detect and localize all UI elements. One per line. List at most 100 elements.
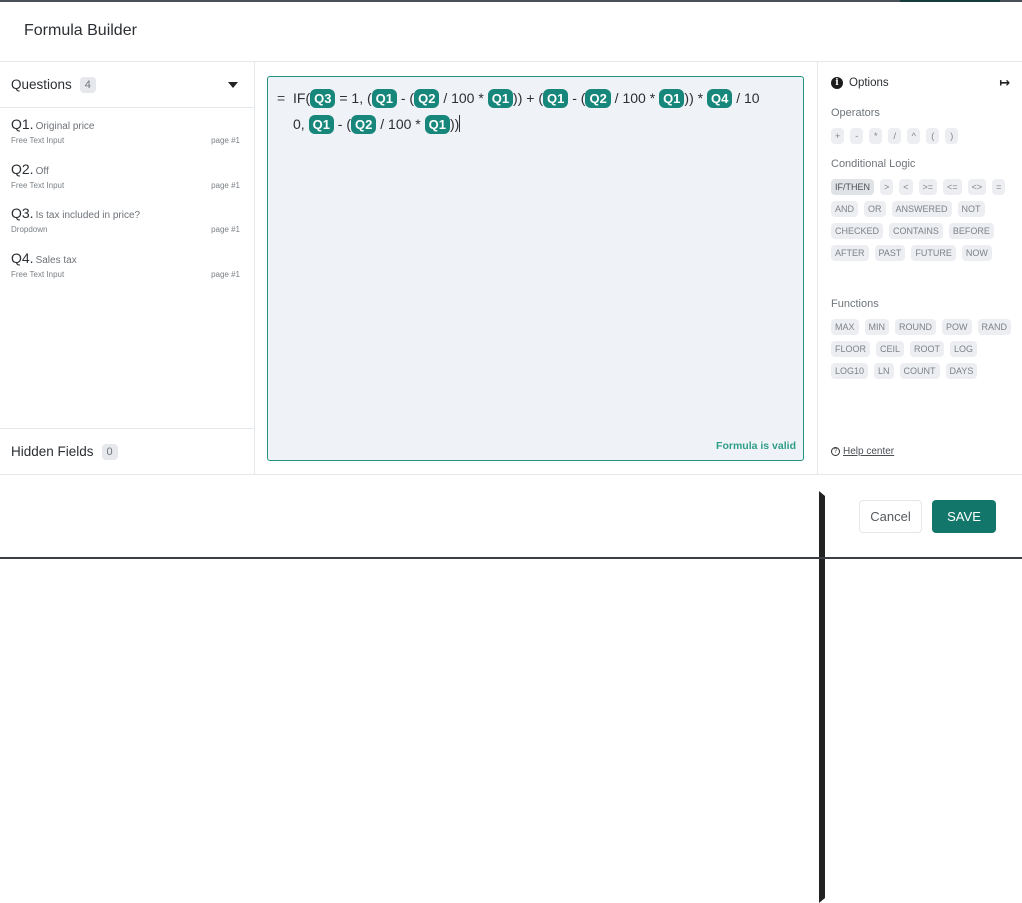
operators-token[interactable]: ^ bbox=[907, 128, 921, 144]
question-ref-chip[interactable]: Q2 bbox=[351, 115, 377, 134]
conditional-logic-list: IF/THEN > < >= <= <> = AND OR ANSWERED NOT CHECKED C… bbox=[831, 179, 1017, 261]
formula-panel: = IF(Q3 = 1, (Q1 - (Q2 / 100 * Q1)) + (Q1… bbox=[255, 62, 818, 474]
question-type: Free Text Input bbox=[11, 269, 65, 279]
question-page: page #1 bbox=[211, 269, 240, 279]
formula-token: )) * bbox=[684, 90, 707, 106]
question-ref-chip[interactable]: Q2 bbox=[414, 89, 440, 108]
question-type: Dropdown bbox=[11, 225, 48, 234]
formula-editor[interactable]: = IF(Q3 = 1, (Q1 - (Q2 / 100 * Q1)) + (Q1… bbox=[267, 76, 804, 461]
chevron-down-icon bbox=[228, 81, 238, 88]
functions-token[interactable]: RAND bbox=[977, 319, 1012, 335]
questions-list: Q1. Original price Free Text Input page #1 Q… bbox=[0, 109, 254, 287]
equals-sign: = bbox=[277, 90, 286, 106]
formula-token: = 1, ( bbox=[335, 90, 372, 106]
functions-token[interactable]: LN bbox=[874, 363, 894, 379]
question-ref-chip[interactable]: Q1 bbox=[487, 89, 514, 108]
question-item[interactable]: Q4. Sales tax Free Text Input page #1 bbox=[0, 243, 254, 288]
formula-token: IF( bbox=[293, 90, 311, 106]
question-ref-chip[interactable]: Q1 bbox=[543, 89, 569, 108]
save-button[interactable]: SAVE bbox=[932, 500, 996, 533]
functions-token[interactable]: POW bbox=[942, 319, 972, 335]
conditional-token[interactable]: ANSWERED bbox=[891, 201, 952, 217]
operators-token[interactable]: + bbox=[831, 128, 845, 144]
functions-token[interactable]: DAYS bbox=[945, 363, 978, 379]
conditional-token[interactable]: AND bbox=[831, 201, 859, 217]
functions-token[interactable]: CEIL bbox=[876, 341, 905, 357]
conditional-token[interactable]: IF/THEN bbox=[831, 179, 874, 195]
questions-section-toggle[interactable]: Questions 4 bbox=[0, 62, 254, 108]
functions-token[interactable]: MIN bbox=[864, 319, 890, 335]
formula-token: / 100 * bbox=[610, 90, 660, 106]
conditional-token[interactable]: NOW bbox=[961, 245, 992, 261]
question-page: page #1 bbox=[211, 136, 240, 145]
dialog-title: Formula Builder bbox=[24, 22, 137, 39]
operators-token[interactable]: ( bbox=[926, 128, 940, 144]
question-number: Q1. bbox=[11, 116, 34, 132]
help-center-link[interactable]: ? Help center bbox=[831, 446, 894, 457]
options-panel: i Options ↦ Operators + - * / ^ () Conditiona… bbox=[819, 62, 1022, 474]
collapse-panel-icon[interactable]: ↦ bbox=[999, 75, 1010, 91]
conditional-token[interactable]: = bbox=[992, 179, 1006, 195]
question-number: Q3. bbox=[11, 205, 34, 221]
questions-count-badge: 4 bbox=[79, 76, 96, 93]
conditional-token[interactable]: > bbox=[880, 179, 894, 195]
conditional-token[interactable]: AFTER bbox=[831, 245, 869, 261]
conditional-token[interactable]: CONTAINS bbox=[889, 223, 943, 239]
functions-token[interactable]: ROOT bbox=[910, 341, 945, 357]
dialog-header: Formula Builder bbox=[0, 2, 1022, 62]
question-name: Is tax included in price? bbox=[35, 210, 141, 221]
operators-token[interactable]: ) bbox=[945, 128, 959, 144]
functions-token[interactable]: MAX bbox=[831, 319, 859, 335]
operators-token[interactable]: / bbox=[888, 128, 902, 144]
formula-token: / 100 * bbox=[376, 116, 425, 132]
question-name: Original price bbox=[35, 121, 95, 132]
question-item[interactable]: Q1. Original price Free Text Input page #1 bbox=[0, 109, 254, 154]
conditional-token[interactable]: < bbox=[899, 179, 913, 195]
question-ref-chip[interactable]: Q2 bbox=[585, 89, 611, 108]
operators-title: Operators bbox=[831, 107, 880, 119]
question-ref-chip[interactable]: Q1 bbox=[371, 89, 397, 108]
functions-token[interactable]: LOG10 bbox=[831, 363, 869, 379]
conditional-logic-title: Conditional Logic bbox=[831, 158, 916, 170]
question-ref-chip[interactable]: Q1 bbox=[659, 89, 685, 108]
question-name: Off bbox=[35, 165, 49, 177]
functions-token[interactable]: ROUND bbox=[895, 319, 937, 335]
operators-list: + - * / ^ () bbox=[831, 128, 1017, 144]
cancel-button[interactable]: Cancel bbox=[859, 500, 922, 533]
operators-token[interactable]: * bbox=[869, 128, 883, 144]
formula-status: Formula is valid bbox=[716, 440, 796, 452]
options-title: Options bbox=[849, 77, 889, 89]
hidden-fields-label: Hidden Fields bbox=[11, 444, 94, 459]
formula-token: / 10 bbox=[732, 90, 760, 106]
hidden-fields-section-toggle[interactable]: Hidden Fields 0 bbox=[0, 428, 825, 903]
conditional-token[interactable]: CHECKED bbox=[831, 223, 884, 239]
formula-token: - ( bbox=[568, 90, 586, 106]
conditional-token[interactable]: <> bbox=[967, 179, 987, 195]
formula-token: / 100 * bbox=[439, 90, 488, 106]
conditional-token[interactable]: PAST bbox=[874, 245, 906, 261]
question-item[interactable]: Q2. Off Free Text Input page #1 bbox=[0, 154, 254, 199]
question-type: Free Text Input bbox=[11, 136, 65, 145]
operators-token[interactable]: - bbox=[850, 128, 864, 144]
conditional-token[interactable]: <= bbox=[943, 179, 962, 195]
formula-token: - ( bbox=[396, 90, 415, 106]
formula-token: - ( bbox=[333, 116, 352, 132]
conditional-token[interactable]: FUTURE bbox=[911, 245, 956, 261]
functions-token[interactable]: LOG bbox=[950, 341, 978, 357]
functions-list: MAX MIN ROUND POW RAND FLOOR CEIL ROOT LOG LOG10 L… bbox=[831, 319, 1017, 379]
conditional-token[interactable]: OR bbox=[864, 201, 886, 217]
question-page: page #1 bbox=[211, 225, 240, 234]
conditional-token[interactable]: >= bbox=[918, 179, 938, 195]
question-ref-chip[interactable]: Q1 bbox=[308, 115, 334, 134]
question-item[interactable]: Q3. Is tax included in price? Dropdown page… bbox=[0, 198, 254, 243]
help-center-label: Help center bbox=[843, 446, 895, 457]
questions-label: Questions bbox=[11, 77, 72, 92]
question-ref-chip[interactable]: Q3 bbox=[310, 89, 336, 108]
functions-token[interactable]: FLOOR bbox=[831, 341, 871, 357]
question-ref-chip[interactable]: Q1 bbox=[424, 115, 450, 134]
conditional-token[interactable]: NOT bbox=[957, 201, 985, 217]
question-ref-chip[interactable]: Q4 bbox=[706, 89, 733, 108]
functions-token[interactable]: COUNT bbox=[899, 363, 940, 379]
formula-text[interactable]: = IF(Q3 = 1, (Q1 - (Q2 / 100 * Q1)) + (Q1… bbox=[277, 85, 792, 137]
conditional-token[interactable]: BEFORE bbox=[948, 223, 994, 239]
